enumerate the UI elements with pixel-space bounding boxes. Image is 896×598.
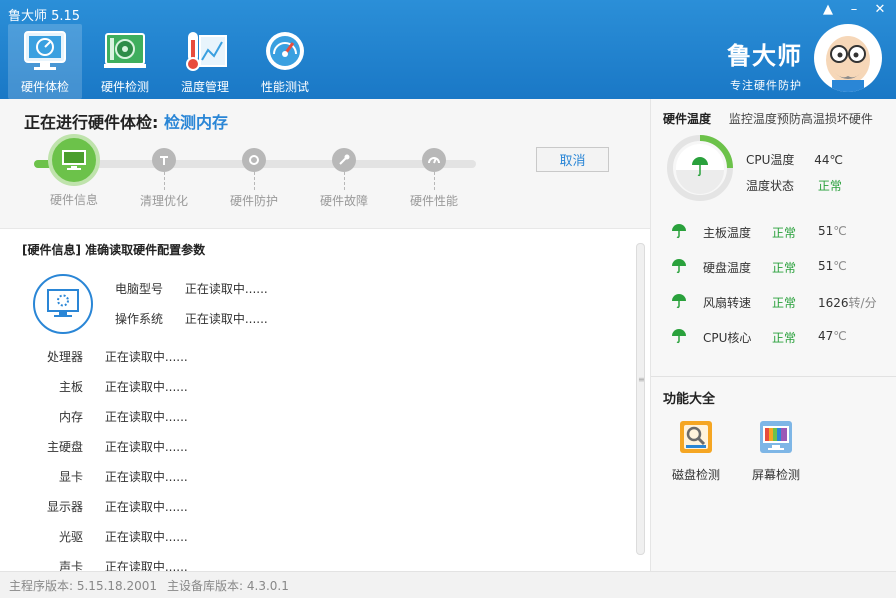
function-label: 屏幕检测	[751, 468, 800, 482]
computer-info-icon	[33, 274, 93, 334]
disk-check-button[interactable]: 磁盘检测	[666, 419, 726, 483]
step-protection: 硬件防护	[214, 143, 294, 209]
side-panel: 硬件温度 监控温度预防高温损坏硬件 CPU温度 44℃ 温度状态 正常 主板温度…	[650, 99, 896, 571]
step-label: 硬件防护	[229, 194, 278, 208]
scrollbar-grip-icon: ≡	[638, 375, 645, 384]
functions-title: 功能大全	[663, 392, 716, 407]
info-row-optical: 光驱 正在读取中......	[58, 530, 188, 544]
temp-status-value: 正常	[817, 179, 842, 193]
step-performance: 硬件性能	[394, 143, 474, 209]
temps-header: 硬件温度 监控温度预防高温损坏硬件	[663, 112, 873, 126]
tab-label: 硬件检测	[100, 80, 149, 94]
step-label: 硬件故障	[319, 194, 368, 208]
section-title: [硬件信息] 准确读取硬件配置参数	[22, 243, 206, 257]
computer-model-row: 电脑型号 正在读取中......	[115, 282, 268, 296]
disk-check-icon	[680, 421, 712, 453]
gauge-icon	[422, 148, 446, 172]
tab-label: 温度管理	[180, 80, 229, 94]
window-controls: ▲ – ✕	[820, 2, 888, 17]
umbrella-icon	[672, 224, 686, 239]
step-fault: 硬件故障	[304, 143, 384, 209]
mascot-avatar[interactable]	[814, 24, 882, 92]
divider	[651, 376, 896, 377]
tab-hardware-detect[interactable]: 硬件检测	[88, 24, 162, 99]
step-label: 硬件性能	[409, 194, 458, 208]
umbrella-icon	[672, 329, 686, 344]
info-row-gpu: 显卡 正在读取中......	[58, 470, 188, 484]
tab-label: 硬件体检	[20, 80, 69, 94]
info-row-display: 显示器 正在读取中......	[46, 500, 188, 514]
main-nav: 硬件体检 硬件检测 温度管理 性能测试	[8, 24, 322, 99]
step-cleanup: 清理优化	[124, 143, 204, 209]
broom-icon	[152, 148, 176, 172]
tab-label: 性能测试	[260, 80, 309, 94]
umbrella-icon	[672, 259, 686, 274]
screen-check-icon	[760, 421, 792, 453]
screen-check-button[interactable]: 屏幕检测	[746, 419, 806, 483]
monitor-check-icon	[24, 31, 66, 70]
step-hardware-info: 硬件信息	[34, 134, 114, 208]
mascot-icon	[815, 25, 881, 92]
status-bar: 主程序版本: 5.15.18.2001 主设备库版本: 4.3.0.1	[0, 571, 896, 598]
wrench-icon	[332, 148, 356, 172]
cancel-button[interactable]: 取消	[536, 147, 609, 172]
info-row-cpu: 处理器 正在读取中......	[46, 350, 188, 364]
info-row-motherboard: 主板 正在读取中......	[58, 380, 188, 394]
skin-icon[interactable]: ▲	[820, 2, 836, 17]
circuit-board-icon	[104, 33, 146, 68]
monitor-icon	[62, 150, 86, 170]
step-label: 硬件信息	[49, 193, 98, 207]
umbrella-icon	[672, 294, 686, 309]
step-label: 清理优化	[139, 194, 188, 208]
minimize-button[interactable]: –	[846, 2, 862, 17]
task-subtitle: 检测内存	[163, 113, 228, 132]
cpu-temp-value: 44℃	[814, 153, 843, 167]
task-title: 正在进行硬件体检: 检测内存	[24, 113, 228, 132]
temp-status-row: 温度状态 正常	[746, 179, 842, 193]
brand-slogan: 专注硬件防护	[730, 79, 802, 92]
tab-performance[interactable]: 性能测试	[248, 24, 322, 99]
step-node-done	[48, 134, 100, 186]
close-button[interactable]: ✕	[872, 2, 888, 17]
shield-icon	[242, 148, 266, 172]
cpu-temp-row: CPU温度 44℃	[746, 153, 843, 167]
title-bar: 鲁大师 5.15 ▲ – ✕ 硬件体检 硬件检测 温度管理 性能测试 鲁大师 专…	[0, 0, 896, 99]
info-row-disk: 主硬盘 正在读取中......	[46, 440, 188, 454]
tab-temperature[interactable]: 温度管理	[168, 24, 242, 99]
progress-area: 正在进行硬件体检: 检测内存 取消 硬件信息 清理优化 硬件防护 硬件故障 硬件…	[0, 99, 650, 229]
speedometer-icon	[266, 32, 304, 70]
app-title: 鲁大师 5.15	[8, 9, 81, 24]
tab-hardware-checkup[interactable]: 硬件体检	[8, 24, 82, 99]
checkup-panel: 正在进行硬件体检: 检测内存 取消 硬件信息 清理优化 硬件防护 硬件故障 硬件…	[0, 99, 650, 574]
os-row: 操作系统 正在读取中......	[115, 312, 268, 326]
db-version: 主设备库版本: 4.3.0.1	[167, 578, 289, 593]
brand-name: 鲁大师	[727, 42, 802, 70]
thermometer-icon	[186, 32, 227, 71]
scrollbar-thumb[interactable]	[636, 243, 645, 555]
function-label: 磁盘检测	[671, 468, 720, 482]
brand: 鲁大师 专注硬件防护	[727, 36, 802, 93]
temperature-gauge	[667, 135, 733, 201]
program-version: 主程序版本: 5.15.18.2001	[9, 578, 158, 593]
info-row-memory: 内存 正在读取中......	[58, 410, 188, 424]
